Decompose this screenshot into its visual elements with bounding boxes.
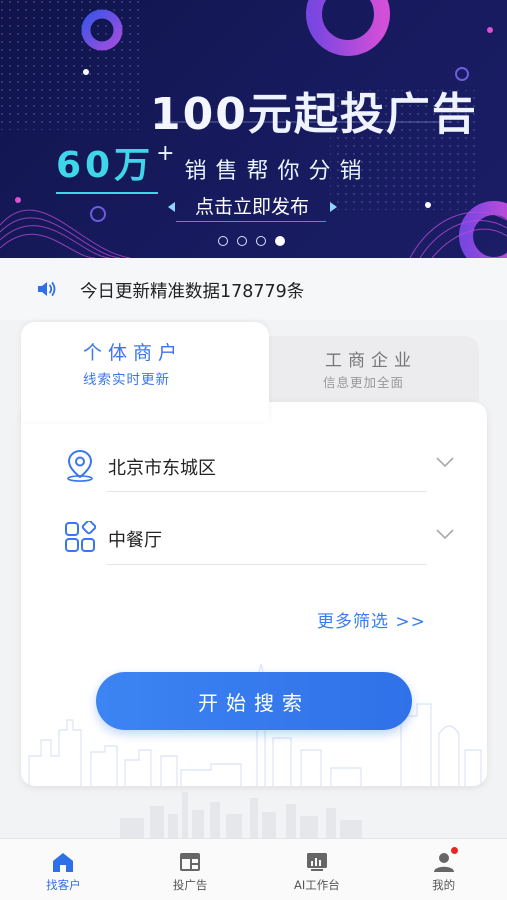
banner-plus: + (156, 141, 175, 166)
tab-enterprise[interactable]: 工商企业 信息更加全面 (269, 336, 479, 402)
tab-individual[interactable]: 个体商户 线索实时更新 (21, 322, 269, 422)
category-value: 中餐厅 (108, 530, 162, 551)
category-grid-icon (65, 521, 96, 552)
notice-text: 今日更新精准数据178779条 (80, 282, 305, 302)
promo-banner[interactable]: 100元起投广告 60万 + 销售帮你分销 点击立即发布 (0, 0, 507, 258)
tab-enterprise-title: 工商企业 (325, 351, 417, 371)
bottom-nav: 找客户 投广告 AI工作台 我的 (0, 838, 507, 900)
nav-label: 找客户 (46, 878, 81, 892)
location-select[interactable]: 北京市东城区 (62, 448, 454, 484)
nav-label: 我的 (432, 878, 456, 892)
nav-item-find-customers[interactable]: 找客户 (0, 839, 127, 900)
category-divider (107, 564, 427, 565)
tab-enterprise-subtitle: 信息更加全面 (323, 375, 405, 390)
carousel-indicators[interactable] (218, 236, 285, 246)
nav-label: AI工作台 (293, 878, 340, 892)
carousel-dot[interactable] (218, 236, 228, 246)
search-button[interactable]: 开始搜索 (96, 672, 412, 730)
user-icon (433, 853, 454, 872)
banner-headline-text: 元起投广告 (247, 89, 478, 140)
location-pin-icon (67, 449, 93, 482)
nav-item-ads[interactable]: 投广告 (127, 839, 254, 900)
notification-badge (451, 847, 459, 854)
home-icon (53, 853, 74, 872)
publish-underline (176, 221, 326, 222)
nav-item-ai-workbench[interactable]: AI工作台 (254, 839, 381, 900)
banner-headline-num: 100 (150, 89, 248, 140)
carousel-dot[interactable] (237, 236, 247, 246)
background-skyline (120, 792, 362, 838)
carousel-dot-active[interactable] (275, 236, 285, 246)
arrow-right-icon (330, 202, 337, 212)
carousel-dot[interactable] (256, 236, 266, 246)
dashboard-icon (306, 853, 327, 871)
banner-big-number: 60万 (56, 136, 159, 194)
chevron-down-icon (436, 529, 454, 540)
publish-link[interactable]: 点击立即发布 (172, 192, 332, 219)
location-divider (107, 491, 427, 492)
tab-individual-title: 个体商户 (83, 342, 184, 364)
nav-label: 投广告 (172, 878, 208, 892)
notice-bar: 今日更新精准数据178779条 (0, 258, 507, 320)
banner-subtitle: 销售帮你分销 (184, 159, 371, 184)
chevron-down-icon (436, 457, 454, 468)
banner-headline: 100元起投广告 (150, 78, 478, 142)
more-filters-link[interactable]: 更多筛选 >> (317, 607, 426, 632)
location-value: 北京市东城区 (108, 458, 216, 479)
nav-item-me[interactable]: 我的 (380, 839, 507, 900)
speaker-icon (38, 282, 56, 296)
category-select[interactable]: 中餐厅 (62, 520, 454, 556)
banner-subline: 60万 + 销售帮你分销 (56, 136, 371, 194)
tab-individual-subtitle: 线索实时更新 (83, 372, 170, 388)
ad-icon (180, 853, 201, 871)
